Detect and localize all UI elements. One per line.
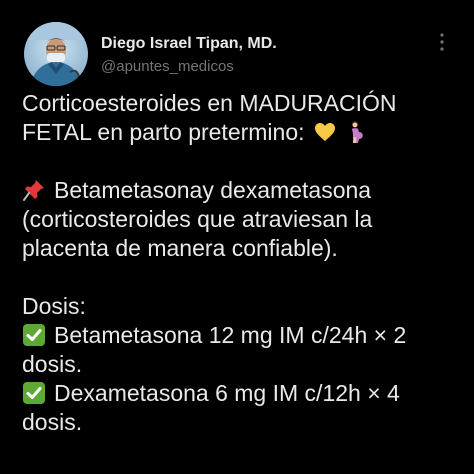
tweet-line: dosis.: [22, 409, 83, 435]
tweet-line: Corticoesteroides en MADURACIÓN: [22, 90, 397, 116]
tweet-line: (corticosteroides que atraviesan la: [22, 206, 373, 232]
author-handle[interactable]: @apuntes_medicos: [101, 58, 234, 75]
tweet-card: Diego Israel Tipan, MD. @apuntes_medicos…: [0, 0, 474, 474]
yellow-heart-icon: [313, 120, 337, 144]
tweet-line: Betametasona 12 mg IM c/24h × 2: [22, 321, 462, 350]
tweet-line: Dexametasona 6 mg IM c/12h × 4: [22, 379, 462, 408]
tweet-line: FETAL en parto pretermino:: [22, 118, 462, 147]
tweet-text: Corticoesteroides en MADURACIÓN FETAL en…: [22, 89, 462, 437]
check-mark-button-icon: [22, 381, 46, 405]
pregnant-woman-icon: [345, 120, 369, 144]
more-options-icon[interactable]: [430, 30, 454, 54]
tweet-line: placenta de manera confiable).: [22, 235, 338, 261]
author-name[interactable]: Diego Israel Tipan, MD.: [101, 35, 277, 53]
tweet-line: Dosis:: [22, 293, 86, 319]
tweet-line: Betametasonay dexametasona: [22, 176, 462, 205]
pushpin-icon: [22, 178, 46, 202]
tweet-line: dosis.: [22, 351, 83, 377]
avatar[interactable]: [24, 22, 88, 86]
check-mark-button-icon: [22, 323, 46, 347]
